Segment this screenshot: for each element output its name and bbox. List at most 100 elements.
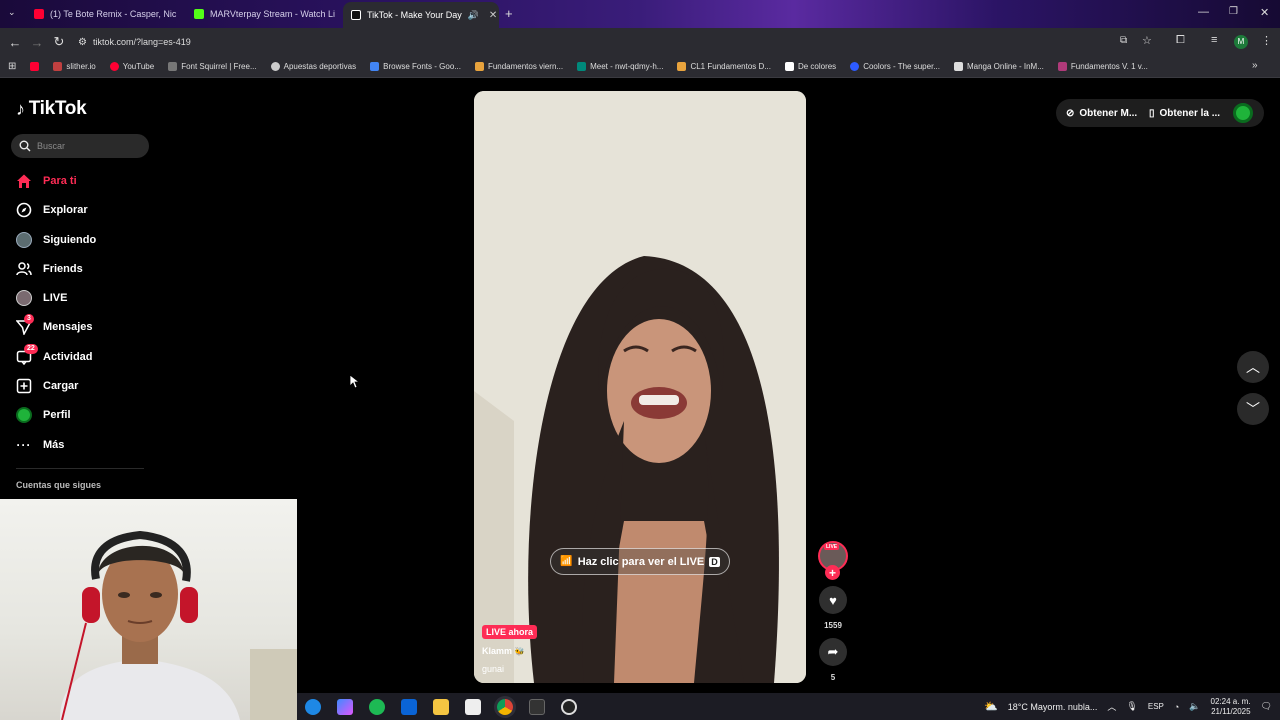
minimize-button[interactable]: — [1198,6,1209,18]
tab-title: (1) Te Bote Remix - Casper, Nic [50,9,177,19]
search-input[interactable]: Buscar [11,134,149,158]
wifi-icon[interactable]: ◔ [1174,702,1179,712]
profile-avatar-button[interactable] [1233,103,1253,123]
nav-live[interactable]: LIVE [16,286,67,310]
windows-taskbar: ⛅ 18°C Mayorm. nubla... ︿ 🎙 ESP ◔ 🔈 02:2… [297,693,1280,720]
bookmark-item[interactable]: Browse Fonts - Goo... [370,62,461,71]
nav-siguiendo[interactable]: Siguiendo [16,228,96,252]
bookmark-label: De colores [797,62,837,71]
bookmark-label: Fundamentos V. 1 v... [1070,62,1148,71]
edge-icon[interactable] [305,698,321,715]
tab-youtube[interactable]: (1) Te Bote Remix - Casper, Nic ✕ [26,4,182,24]
notifications-icon[interactable]: 🗨 [1261,701,1272,712]
restore-button[interactable]: ❐ [1229,6,1238,17]
bookmark-item[interactable] [30,62,40,71]
url-field[interactable]: tiktok.com/?lang=es-419 [93,37,191,47]
close-icon[interactable]: ✕ [489,10,497,21]
bookmark-item[interactable]: Font Squirrel | Free... [168,62,257,71]
profile-avatar[interactable]: M [1234,35,1248,49]
bookmark-item[interactable]: Coolors - The super... [850,62,940,71]
previous-video-button[interactable]: ︿ [1237,351,1269,383]
nav-explorar[interactable]: Explorar [16,198,88,222]
bookmark-label: CL1 Fundamentos D... [690,62,771,71]
get-app-button[interactable]: ▯ Obtener la ... [1139,99,1231,127]
obs-icon[interactable] [561,698,577,715]
microphone-icon[interactable]: 🎙 [1126,701,1137,712]
webcam-person-image [60,530,297,720]
tab-tiktok[interactable]: TikTok - Make Your Day 🔊 ✕ [343,2,499,28]
like-button[interactable]: ♥ [819,586,847,614]
live-video-player[interactable] [474,91,806,683]
bookmark-item[interactable]: Meet - nwt-qdmy-h... [577,62,663,71]
plus-square-icon [16,378,32,394]
apps-grid-icon[interactable]: ⊞ [8,61,16,72]
bookmark-item[interactable]: CL1 Fundamentos D... [677,62,771,71]
manga-icon [953,62,963,71]
following-accounts-title: Cuentas que sigues [16,480,102,490]
creator-username[interactable]: Klamm 🐝 [482,646,525,656]
nav-actividad[interactable]: 22 Actividad [16,344,93,369]
live-now-tag[interactable]: LIVE ahora [482,625,538,639]
tray-chevron-icon[interactable]: ︿ [1107,700,1116,713]
nav-friends[interactable]: Friends [16,257,83,281]
file-explorer-icon[interactable] [433,698,449,715]
bookmark-star-icon [677,62,687,71]
new-tab-button[interactable]: + [505,6,513,21]
chrome-icon[interactable] [497,698,513,715]
bookmark-item[interactable]: Fundamentos V. 1 v... [1057,62,1148,71]
store-icon[interactable] [465,698,481,715]
extensions-icon[interactable]: ⧠ [1176,34,1185,47]
bookmark-item[interactable]: YouTube [109,62,154,71]
close-window-button[interactable]: ✕ [1260,6,1269,19]
language-indicator[interactable]: ESP [1148,702,1164,711]
site-info-icon[interactable]: ⚙ [78,37,87,48]
watch-live-button[interactable]: 📶 Haz clic para ver el LIVE D [550,548,730,575]
bookmark-item[interactable]: Fundamentos viern... [474,62,563,71]
spotify-icon[interactable] [369,698,385,715]
bookmark-star-icon[interactable]: ☆ [1142,34,1152,47]
terminal-icon[interactable] [529,698,545,715]
nav-mensajes[interactable]: 3 Mensajes [16,314,93,339]
tab-kick[interactable]: MARVterpay Stream - Watch Li ✕ [186,4,340,24]
get-coins-button[interactable]: ⊘ Obtener M... [1056,99,1148,127]
reload-icon[interactable]: ↻ [48,34,70,50]
phone-icon: ▯ [1149,107,1155,119]
tab-search-chevron-icon[interactable]: ⌄ [8,7,16,18]
nav-label: Actividad [43,351,93,363]
logo-text: TikTok [28,98,87,119]
heart-icon: ♥ [829,592,837,608]
tiktok-logo[interactable]: ♪ TikTok [16,98,87,120]
bookmark-item[interactable]: slither.io [53,62,96,71]
next-video-button[interactable]: ﹀ [1237,393,1269,425]
following-avatar-icon [16,232,32,248]
nav-perfil[interactable]: Perfil [16,403,71,427]
nav-mas[interactable]: ··· Más [16,433,65,457]
media-control-icon[interactable]: ≡ [1211,34,1217,46]
forward-icon[interactable]: → [26,35,48,50]
bookmark-item[interactable]: Apuestas deportivas [270,62,356,71]
back-icon[interactable]: ← [4,35,26,50]
speaker-icon[interactable]: 🔊 [468,10,479,21]
more-icon: ··· [16,438,32,452]
volume-icon[interactable]: 🔈 [1189,701,1200,712]
nav-para-ti[interactable]: Para ti [16,169,77,193]
weather-icon[interactable]: ⛅ [984,700,998,713]
weather-text[interactable]: 18°C Mayorm. nubla... [1008,702,1098,712]
copilot-icon[interactable] [337,698,353,715]
slither-icon [53,62,63,71]
bookmark-label: Coolors - The super... [863,62,940,71]
nav-cargar[interactable]: Cargar [16,374,78,398]
clock[interactable]: 02:24 a. m. 21/11/2025 [1211,697,1251,717]
outlook-icon[interactable] [401,698,417,715]
live-avatar-icon [16,290,32,306]
bookmark-item[interactable]: Manga Online - InM... [953,62,1044,71]
follow-plus-button[interactable]: + [825,565,840,580]
share-button[interactable]: ➦ [819,638,847,666]
install-app-icon[interactable]: ⧉ [1120,35,1127,46]
bookmark-item[interactable]: De colores [784,62,837,71]
youtube-icon [30,62,40,71]
clock-date: 21/11/2025 [1211,706,1251,716]
browser-menu-icon[interactable]: ⋮ [1261,34,1272,47]
tiktok-icon [351,10,361,20]
chevron-right-icon[interactable]: » [1252,60,1258,71]
